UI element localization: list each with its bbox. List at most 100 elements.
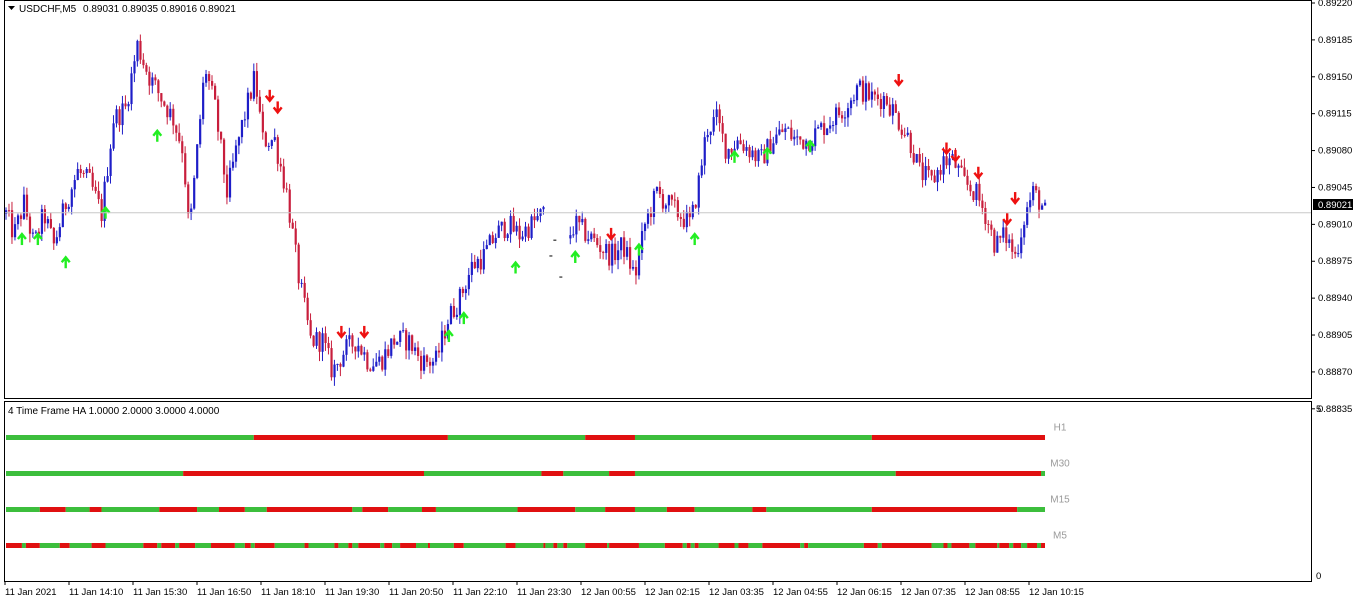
ha-segment [1041,471,1046,476]
ha-segment [6,507,40,512]
ha-segment [195,543,212,548]
time-tick-label: 12 Jan 06:15 [837,587,892,598]
ha-segment [563,471,610,476]
candle [61,199,64,228]
candle [993,227,996,257]
candle [826,127,829,136]
candle [897,111,900,132]
ha-segment [871,435,1046,440]
candle [381,355,384,372]
svg-text:USDCHF,M5 0.89031 0.89035: USDCHF,M5 0.89031 0.89035 0.89016 0.8902… [19,4,236,15]
price-tick-label: 0.88870 [1318,367,1352,378]
time-tick-label: 12 Jan 07:35 [901,587,956,598]
ha-segment [21,543,26,548]
ha-segment [690,543,695,548]
ha-segment [752,507,767,512]
ha-segment [517,507,576,512]
ha-segment [253,435,448,440]
candle [390,338,393,359]
time-tick-label: 12 Jan 10:15 [1029,587,1084,598]
ha-segment [1013,543,1022,548]
indicator-max-label: 5 [1316,404,1321,415]
candle [103,176,106,228]
candle [288,183,291,228]
ha-segment [157,543,162,548]
ha-segment [244,507,267,512]
ha-segment [143,543,158,548]
ha-segment [609,543,639,548]
ha-segment [808,543,864,548]
ha-segment [634,471,896,476]
time-tick-label: 12 Jan 04:55 [773,587,828,598]
ha-segment [89,507,102,512]
price-tick-label: 0.89115 [1318,109,1352,120]
time-tick-label: 11 Jan 15:30 [133,587,187,598]
ha-segment [734,543,739,548]
candle [802,139,805,150]
ha-segment [609,471,635,476]
ha-segment [59,543,70,548]
ha-segment [334,543,339,548]
price-tick-label: 0.89080 [1318,146,1352,157]
ha-segment [718,543,735,548]
ha-segment [69,543,92,548]
ha-segment [254,543,275,548]
ha-segment [666,507,695,512]
ha-segment [266,507,353,512]
ha-segment [175,543,180,548]
ha-segment [447,435,586,440]
ha-segment [766,507,872,512]
ha-segment [563,543,568,548]
ha-segment [274,543,305,548]
ha-segment [634,435,872,440]
ha-segment [694,507,753,512]
ha-segment [585,543,608,548]
candle [199,114,202,148]
ha-segment [607,543,610,548]
ha-segment [453,543,464,548]
price-tick-label: 0.89185 [1318,35,1352,46]
ha-segment [388,507,422,512]
candle [488,233,491,246]
ha-segment [39,543,60,548]
ha-segment [427,543,430,548]
ha-segment [105,543,144,548]
ha-segment [575,507,606,512]
ha-segment [384,543,393,548]
ha-segment [605,507,635,512]
ha-segment [338,543,349,548]
price-tick-label: 0.88905 [1318,330,1352,341]
time-tick-label: 12 Jan 08:55 [965,587,1020,598]
ha-segment [931,543,944,548]
ha-segment [585,435,635,440]
ha-segment [380,543,385,548]
candle [130,66,133,111]
ha-segment [6,435,254,440]
ha-segment [197,507,219,512]
ha-segment [515,543,544,548]
ha-segment [25,543,40,548]
ha-segment [352,543,359,548]
price-tick-label: 0.88940 [1318,293,1352,304]
ha-segment [557,543,564,548]
timeframe-label: M15 [1050,495,1070,506]
ha-segment [877,543,882,548]
ha-segment [947,543,952,548]
ha-segment [422,507,436,512]
candle [360,344,363,356]
time-tick-label: 11 Jan 22:10 [453,587,507,598]
candle [584,217,587,243]
ha-segment [738,543,749,548]
candle [264,130,267,148]
ha-segment [463,543,506,548]
ha-segment [545,543,554,548]
candle [449,303,453,325]
ha-segment [881,543,932,548]
ha-segment [352,507,363,512]
ha-segment [362,507,389,512]
time-tick-label: 11 Jan 18:10 [261,587,315,598]
ha-segment [975,543,998,548]
price-tick-label: 0.89010 [1318,219,1352,230]
ha-segment [1027,543,1038,548]
ha-segment [211,543,235,548]
